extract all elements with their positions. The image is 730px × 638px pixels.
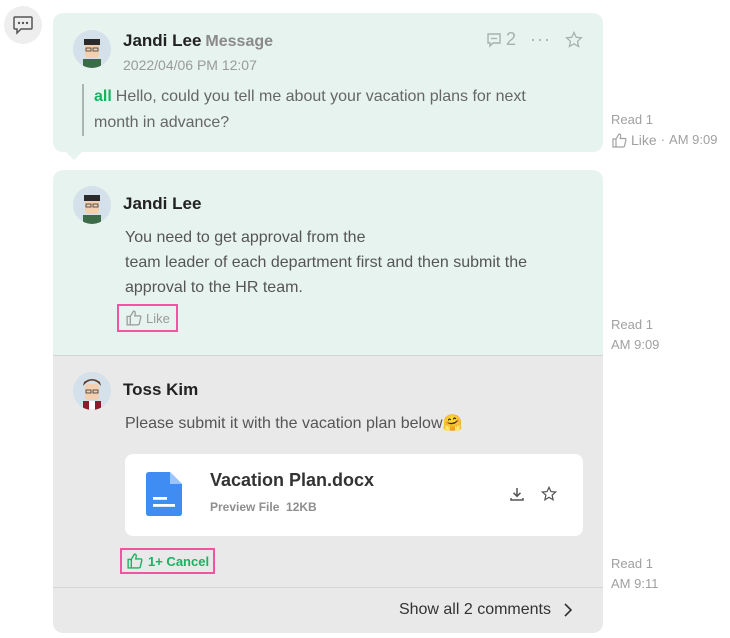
download-icon[interactable] (509, 486, 525, 502)
avatar[interactable] (73, 372, 111, 410)
file-actions (509, 486, 557, 502)
thumbs-up-icon (126, 310, 142, 326)
chevron-right-icon (564, 603, 573, 617)
author-name: Jandi Lee (123, 194, 202, 213)
avatar[interactable] (73, 30, 111, 68)
message-body: all Hello, could you tell me about your v… (82, 84, 552, 136)
preview-link[interactable]: Preview File (210, 500, 279, 514)
mention-all[interactable]: all (94, 88, 112, 105)
like-button[interactable]: Like (117, 304, 178, 332)
time: AM 9:11 (611, 576, 659, 591)
time: AM 9:09 (669, 132, 718, 147)
star-icon[interactable] (565, 30, 583, 49)
separator: · (660, 132, 666, 147)
show-all-bar: Show all 2 comments (53, 587, 603, 633)
comment-button[interactable]: 2 (486, 29, 516, 50)
card-tail (64, 150, 84, 160)
reply-body: You need to get approval from the team l… (125, 229, 528, 296)
thumbs-up-icon (612, 132, 627, 148)
message-type-label: Message (205, 33, 274, 50)
reply-card[interactable]: Toss Kim Please submit it with the vacat… (53, 355, 603, 587)
like-cancel-button[interactable]: 1+ Cancel (120, 548, 216, 574)
reply1-meta: Read 1 AM 9:09 (611, 315, 659, 355)
emoji: 🤗 (442, 415, 463, 432)
root-meta: Read 1 Like · AM 9:09 (611, 110, 717, 150)
show-all-comments-button[interactable]: Show all 2 comments (399, 601, 573, 619)
file-name[interactable]: Vacation Plan.docx (210, 470, 374, 491)
like-button[interactable]: Like (611, 130, 657, 150)
more-icon[interactable]: ··· (530, 29, 551, 50)
comment-count: 2 (506, 29, 517, 49)
reply-body: Please submit it with the vacation plan … (125, 415, 463, 432)
time: AM 9:09 (611, 337, 660, 352)
author-name: Toss Kim (123, 380, 199, 399)
read-count[interactable]: Read 1 (611, 315, 659, 335)
file-attachment[interactable]: Vacation Plan.docx Preview File 12KB (125, 454, 583, 536)
reply-card[interactable]: Jandi Lee You need to get approval from … (53, 170, 603, 355)
avatar[interactable] (73, 186, 111, 224)
file-size: 12KB (286, 500, 317, 514)
author-name: Jandi Lee Message (123, 31, 274, 50)
read-count[interactable]: Read 1 (611, 110, 717, 130)
comment-icon (487, 32, 501, 48)
reply2-meta: Read 1 AM 9:11 (611, 554, 658, 594)
file-details: Preview File 12KB (210, 500, 317, 514)
message-actions: 2 ··· (486, 29, 583, 50)
timestamp: 2022/04/06 PM 12:07 (123, 57, 257, 73)
chat-bubble-icon[interactable] (4, 6, 42, 44)
read-count[interactable]: Read 1 (611, 554, 658, 574)
star-icon[interactable] (541, 486, 557, 502)
thumbs-up-icon (127, 553, 143, 569)
root-message-card[interactable]: Jandi Lee Message 2022/04/06 PM 12:07 2 ·… (53, 13, 603, 152)
docx-file-icon (146, 472, 182, 516)
